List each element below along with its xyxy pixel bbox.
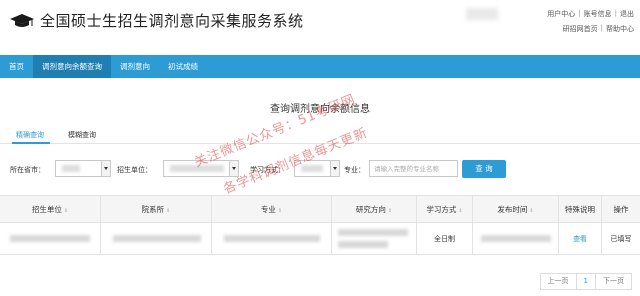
- nav-item-balance-query[interactable]: 调剂意向余额查询: [33, 55, 111, 78]
- sort-icon: ⇕: [63, 208, 69, 214]
- redacted-value: [338, 229, 408, 236]
- redacted-value: [481, 235, 551, 242]
- chevron-down-icon: [330, 161, 339, 176]
- query-panel: 查询调剂意向余额信息 精确查询 模糊查询 所在省市： 招生单位： 学习方式： 专…: [0, 78, 640, 296]
- cell-study-mode: 全日制: [417, 223, 473, 255]
- logout-link[interactable]: 退出: [620, 9, 634, 19]
- column-header[interactable]: 招生单位 ⇕: [0, 196, 101, 224]
- major-label: 专业：: [344, 166, 365, 174]
- unit-label: 招生单位：: [117, 166, 152, 174]
- link-separator: |: [614, 9, 617, 17]
- column-header[interactable]: 院系所 ⇕: [101, 196, 212, 224]
- pagination: 上一页 1 下一页: [539, 273, 632, 290]
- column-header: 操作: [613, 205, 629, 214]
- redacted-value: [113, 235, 201, 242]
- cell-remark: 查看: [559, 223, 602, 255]
- column-header[interactable]: 发布时间 ⇕: [473, 196, 559, 224]
- province-select[interactable]: [55, 160, 111, 177]
- user-center-link[interactable]: 用户中心: [547, 9, 575, 19]
- active-tab-indicator: [12, 142, 50, 144]
- account-info-link[interactable]: 账号信息: [584, 9, 612, 19]
- query-tabs: 精确查询 模糊查询: [0, 124, 640, 144]
- search-button[interactable]: 查 询: [462, 160, 506, 178]
- link-separator: |: [600, 24, 603, 32]
- secondary-links: 研招网首页 | 帮助中心: [563, 24, 634, 34]
- sort-icon: ⇕: [166, 208, 171, 214]
- nav-item-adjust-intent[interactable]: 调剂意向: [111, 55, 159, 78]
- top-links: 用户中心 | 账号信息 | 退出: [547, 9, 634, 19]
- column-header[interactable]: 学习方式 ⇕: [417, 196, 473, 224]
- redacted-value: [338, 241, 388, 248]
- table-header: 招生单位 ⇕ 院系所 ⇕ 专业 ⇕ 研究方向 ⇕ 学习方式 ⇕ 发布时间 ⇕ 特殊说明 操作: [0, 195, 640, 224]
- province-label: 所在省市：: [10, 166, 45, 174]
- column-header[interactable]: 专业 ⇕: [212, 196, 332, 224]
- panel-title: 查询调剂意向余额信息: [270, 104, 370, 115]
- unit-value-redacted: [170, 165, 224, 172]
- prev-page-button[interactable]: 上一页: [539, 273, 577, 290]
- yanzhao-home-link[interactable]: 研招网首页: [563, 24, 598, 34]
- chevron-down-icon: [229, 161, 238, 176]
- unit-select[interactable]: [163, 160, 239, 177]
- filter-bar: 所在省市： 招生单位： 学习方式： 专业： 查 询: [0, 160, 640, 180]
- major-input[interactable]: [369, 160, 458, 177]
- chevron-down-icon: [101, 161, 110, 176]
- cell-research-direction: [332, 223, 417, 255]
- redacted-value: [10, 235, 90, 242]
- help-center-link[interactable]: 帮助中心: [606, 24, 634, 34]
- page-header: 全国硕士生招生调剂意向采集服务系统 用户中心 | 账号信息 | 退出 研招网首页…: [0, 0, 640, 55]
- link-separator: |: [578, 9, 581, 17]
- nav-item-exam-score[interactable]: 初试成绩: [159, 55, 207, 78]
- redacted-value: [224, 235, 320, 242]
- cell-department: [101, 223, 212, 255]
- cell-unit: [0, 223, 101, 255]
- tab-fuzzy-query[interactable]: 模糊查询: [68, 130, 96, 140]
- sort-icon: ⇕: [387, 208, 393, 214]
- province-value-redacted: [62, 165, 80, 172]
- page-number-button[interactable]: 1: [575, 273, 596, 290]
- sort-icon: ⇕: [458, 208, 463, 214]
- column-header: 特殊说明: [559, 196, 602, 224]
- study-mode-label: 学习方式：: [250, 166, 285, 174]
- next-page-button[interactable]: 下一页: [595, 273, 632, 290]
- sort-icon: ⇕: [529, 208, 534, 214]
- results-table: 招生单位 ⇕ 院系所 ⇕ 专业 ⇕ 研究方向 ⇕ 学习方式 ⇕ 发布时间 ⇕ 特殊说明 操作…: [0, 195, 640, 255]
- graduation-cap-icon: [10, 14, 34, 27]
- sort-icon: ⇕: [277, 208, 283, 214]
- site-title: 全国硕士生招生调剂意向采集服务系统: [40, 12, 304, 30]
- cell-action-status: 已填写: [610, 235, 632, 243]
- user-name-redacted: [466, 8, 498, 20]
- tab-exact-query[interactable]: 精确查询: [16, 130, 44, 140]
- nav-item-home[interactable]: 首页: [0, 55, 33, 78]
- view-remark-link[interactable]: 查看: [573, 235, 587, 243]
- study-mode-value-redacted: [301, 165, 323, 172]
- study-mode-select[interactable]: [294, 160, 340, 177]
- table-row: 全日制 查看 已填写: [0, 223, 640, 255]
- cell-major: [212, 223, 332, 255]
- cell-publish-time: [473, 223, 559, 255]
- main-nav: 首页 调剂意向余额查询 调剂意向 初试成绩: [0, 55, 640, 78]
- column-header[interactable]: 研究方向 ⇕: [332, 196, 417, 224]
